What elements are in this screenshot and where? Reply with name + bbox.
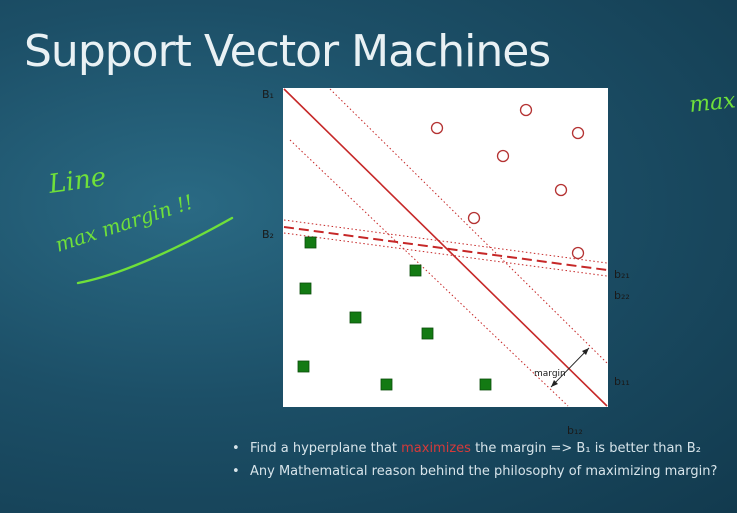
circle-point xyxy=(571,126,585,140)
bullet-1-after: the margin => B₁ is better than B₂ xyxy=(470,441,701,456)
svm-figure: B₁ B₂ b₂₁ b₂₂ b₁₁ b₁₂ margin Line max ma… xyxy=(46,88,737,437)
circle-point xyxy=(554,183,568,197)
handwritten-line: Line xyxy=(46,162,108,200)
handwritten-max-right: max xyxy=(688,88,737,118)
square-point xyxy=(479,378,492,391)
label-b11: b₁₁ xyxy=(614,375,630,388)
label-b2: B₂ xyxy=(262,228,274,241)
slide: Support Vector Machines B₁ B₂ b₂₁ b₂₂ b₁… xyxy=(0,0,737,513)
handwritten-max-margin: max margin !! xyxy=(52,190,196,257)
label-b12: b₁₂ xyxy=(567,424,583,437)
bullet-list: • Find a hyperplane that maximizes the ma… xyxy=(232,441,717,487)
square-point xyxy=(304,236,317,249)
square-point xyxy=(380,378,393,391)
circle-point xyxy=(467,211,481,225)
label-b21: b₂₁ xyxy=(614,268,630,281)
bullet-1: • Find a hyperplane that maximizes the ma… xyxy=(232,441,717,456)
square-point xyxy=(409,264,422,277)
circle-point xyxy=(519,103,533,117)
label-b22: b₂₂ xyxy=(614,289,630,302)
label-margin: margin xyxy=(534,369,566,379)
bullet-1-highlight: maximizes xyxy=(401,441,471,456)
circle-point xyxy=(571,246,585,260)
square-point xyxy=(299,282,312,295)
circle-point xyxy=(430,121,444,135)
label-b1: B₁ xyxy=(262,88,274,101)
circle-point xyxy=(496,149,510,163)
square-point xyxy=(349,311,362,324)
square-point xyxy=(297,360,310,373)
square-point xyxy=(421,327,434,340)
bullet-dot: • xyxy=(232,441,240,456)
bullet-2-text: Any Mathematical reason behind the philo… xyxy=(250,464,718,479)
bullet-1-before: Find a hyperplane that xyxy=(250,441,402,456)
bullet-dot: • xyxy=(232,464,240,479)
bullet-2: • Any Mathematical reason behind the phil… xyxy=(232,464,717,479)
